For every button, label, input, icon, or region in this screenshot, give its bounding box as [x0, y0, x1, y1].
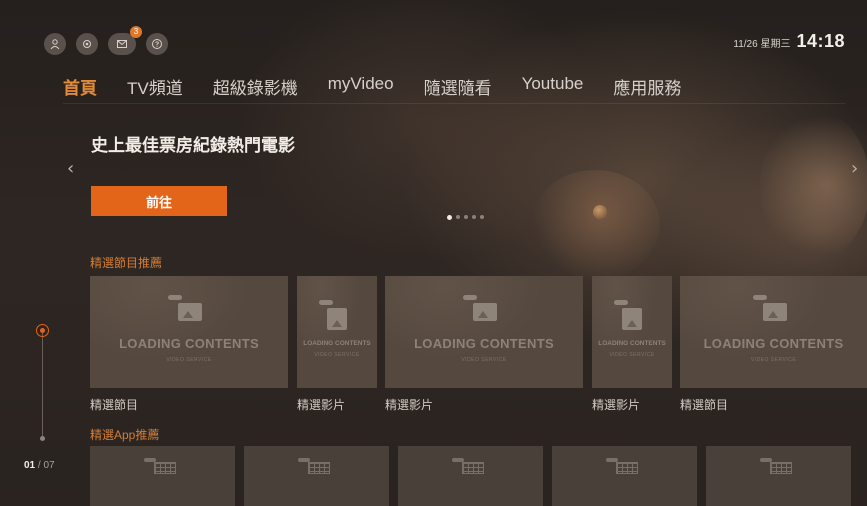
- section-rail: [42, 330, 43, 440]
- placeholder-image-icon: [319, 299, 349, 330]
- service-text: VIDEO SERVICE: [750, 356, 797, 363]
- pager-total: / 07: [37, 460, 55, 471]
- background-planet: [593, 205, 607, 219]
- loading-text: LOADING CONTENTS: [598, 339, 666, 347]
- clock-text: 14:18: [796, 31, 845, 51]
- pager-current: 01: [24, 460, 36, 471]
- carousel-dot[interactable]: [456, 215, 460, 219]
- loading-text: LOADING CONTENTS: [414, 336, 554, 352]
- card-caption: 精選影片: [297, 398, 346, 412]
- tab-myvideo[interactable]: myVideo: [328, 74, 394, 99]
- card-caption: 精選影片: [592, 398, 641, 412]
- card-caption: 精選節目: [680, 398, 729, 412]
- featured-section-title: 精選節目推薦: [90, 256, 163, 270]
- app-placeholder-icon: [143, 458, 178, 474]
- placeholder-image-icon: [752, 295, 789, 323]
- nav-divider: [63, 103, 845, 104]
- app-placeholder-icon: [605, 458, 640, 474]
- background-glow: [530, 170, 660, 280]
- app-placeholder-icon: [451, 458, 486, 474]
- loading-text: LOADING CONTENTS: [703, 336, 844, 352]
- content-card[interactable]: LOADING CONTENTS VIDEO SERVICE: [385, 276, 583, 388]
- card-caption: 精選節目: [90, 398, 139, 412]
- content-card[interactable]: LOADING CONTENTS VIDEO SERVICE: [592, 276, 672, 388]
- carousel-dot[interactable]: [480, 215, 484, 219]
- service-text: VIDEO SERVICE: [461, 356, 507, 363]
- placeholder-image-icon: [168, 295, 204, 323]
- service-text: VIDEO SERVICE: [166, 356, 212, 363]
- placeholder-image-icon: [614, 299, 644, 330]
- carousel-dots: [447, 214, 484, 220]
- hero-title: 史上最佳票房紀錄熱門電影: [91, 136, 295, 155]
- tab-tv-channels[interactable]: TV頻道: [127, 74, 183, 99]
- main-nav: 首頁 TV頻道 超級錄影機 myVideo 隨選隨看 Youtube 應用服務: [63, 74, 681, 99]
- app-placeholder-icon: [297, 458, 332, 474]
- tab-app-services[interactable]: 應用服務: [613, 74, 681, 99]
- carousel-dot[interactable]: [472, 215, 476, 219]
- help-icon[interactable]: [146, 33, 168, 55]
- app-card[interactable]: [244, 446, 389, 506]
- card-caption: 精選影片: [385, 398, 434, 412]
- background-glow-right: [760, 110, 867, 260]
- section-pager: 01 / 07: [24, 460, 55, 471]
- app-card[interactable]: [90, 446, 235, 506]
- user-icon[interactable]: [44, 33, 66, 55]
- date-text: 11/26 星期三: [733, 39, 791, 50]
- carousel-dot[interactable]: [447, 214, 452, 220]
- app-card[interactable]: [398, 446, 543, 506]
- tab-on-demand[interactable]: 隨選隨看: [424, 74, 492, 99]
- service-text: VIDEO SERVICE: [314, 352, 360, 359]
- loading-text: LOADING CONTENTS: [119, 336, 259, 352]
- app-card[interactable]: [552, 446, 697, 506]
- tab-home[interactable]: 首頁: [63, 74, 97, 99]
- app-placeholder-icon: [759, 458, 794, 474]
- section-rail-end: [40, 436, 45, 441]
- go-button[interactable]: 前往: [91, 186, 227, 216]
- content-card[interactable]: LOADING CONTENTS VIDEO SERVICE: [297, 276, 377, 388]
- loading-text: LOADING CONTENTS: [303, 339, 371, 347]
- message-icon[interactable]: 3: [108, 26, 142, 55]
- placeholder-image-icon: [463, 295, 499, 323]
- section-indicator: [36, 324, 49, 337]
- top-icon-bar: 3: [44, 26, 168, 55]
- message-badge: 3: [130, 26, 142, 38]
- carousel-dot[interactable]: [464, 215, 468, 219]
- carousel-prev-icon[interactable]: ‹: [67, 158, 74, 179]
- tab-super-recorder[interactable]: 超級錄影機: [213, 74, 298, 99]
- datetime: 11/26 星期三 14:18: [733, 31, 845, 52]
- apps-section-title: 精選App推薦: [90, 428, 160, 442]
- content-card[interactable]: LOADING CONTENTS VIDEO SERVICE: [90, 276, 288, 388]
- tab-youtube[interactable]: Youtube: [522, 74, 584, 99]
- content-card[interactable]: LOADING CONTENTS VIDEO SERVICE: [680, 276, 867, 388]
- carousel-next-icon[interactable]: ›: [851, 158, 858, 179]
- service-text: VIDEO SERVICE: [609, 352, 655, 359]
- app-card[interactable]: [706, 446, 851, 506]
- settings-icon[interactable]: [76, 33, 98, 55]
